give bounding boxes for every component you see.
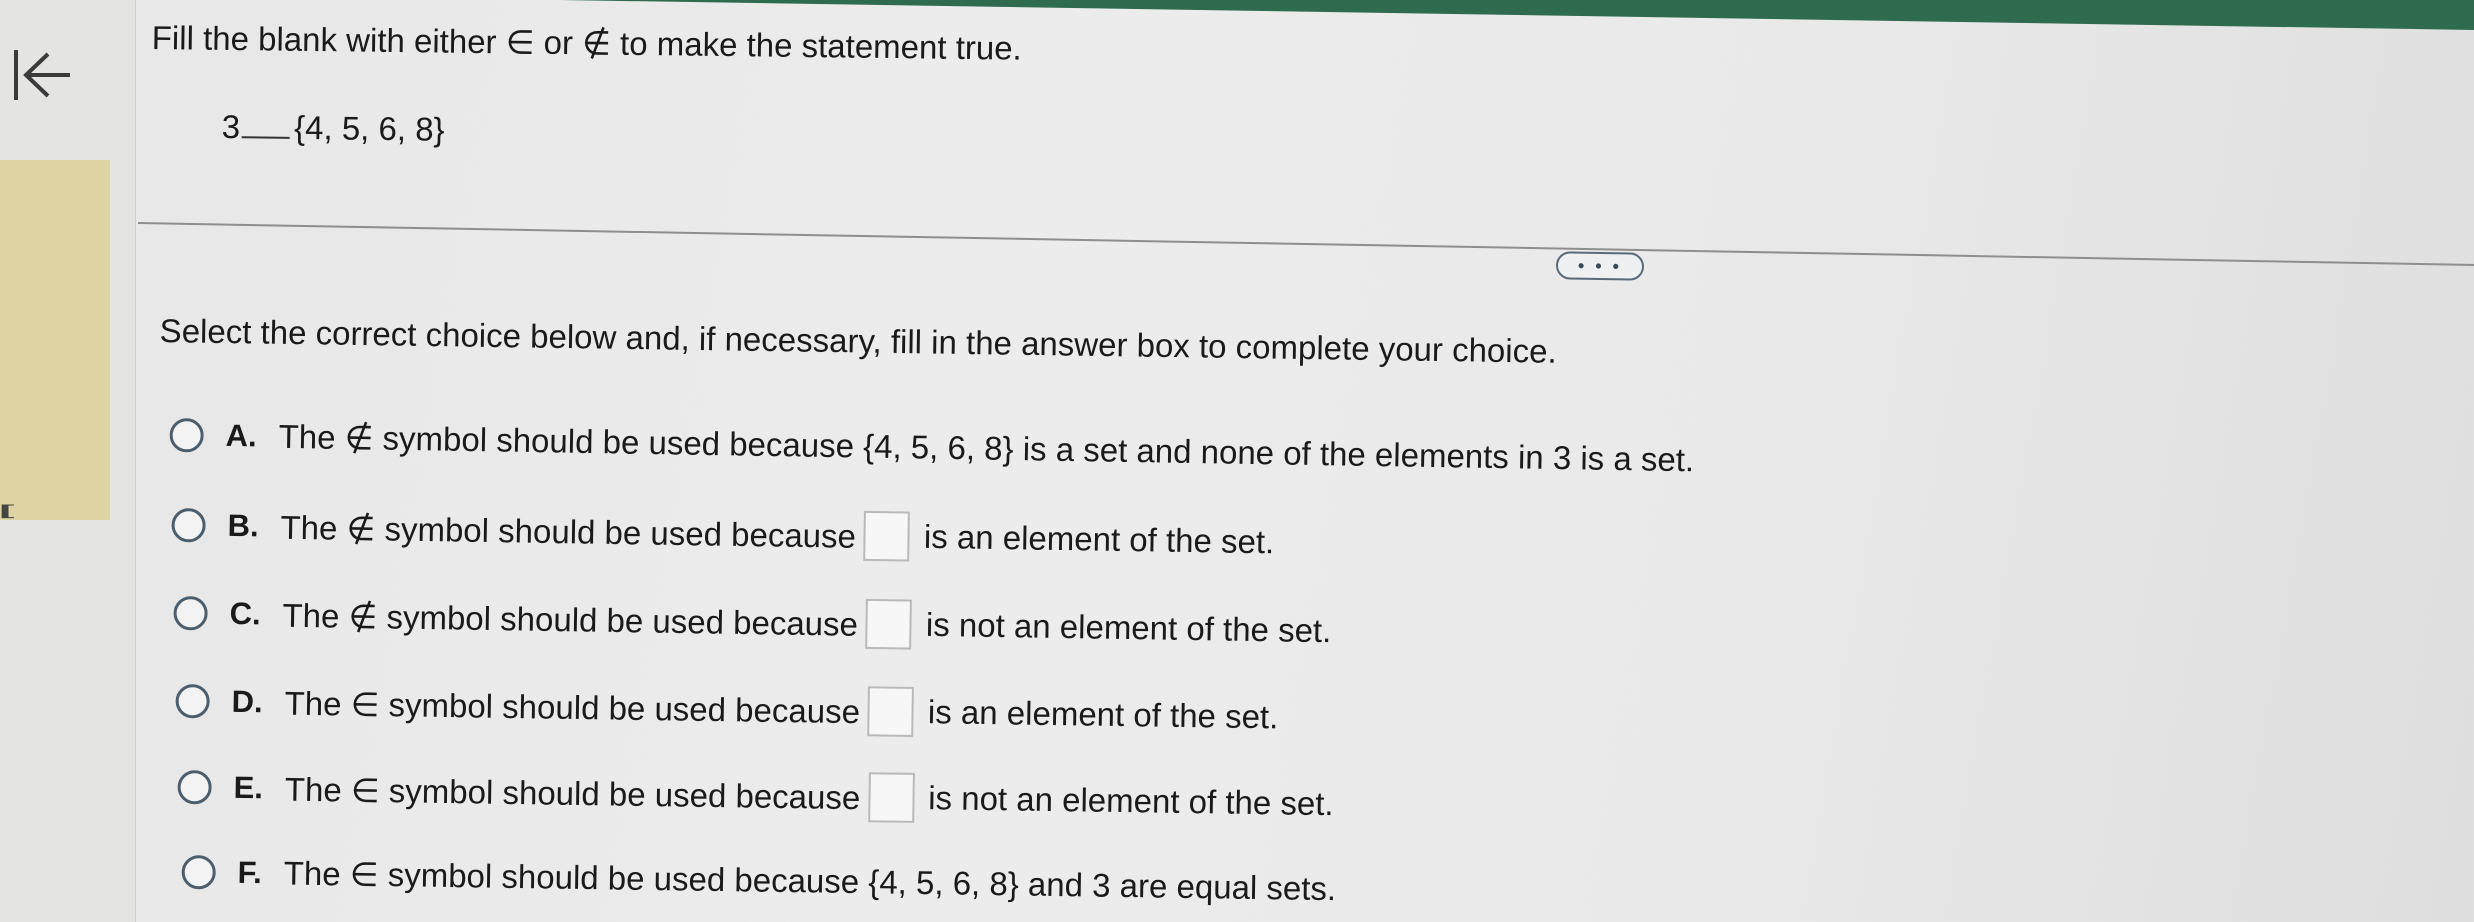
- radio-button-d[interactable]: [175, 683, 210, 719]
- choice-text: The ∈ symbol should be used because {4, …: [283, 854, 1337, 908]
- choice-c[interactable]: C. The ∉ symbol should be used because i…: [173, 588, 1332, 656]
- sidebar-highlight: [0, 160, 110, 520]
- back-to-start-icon[interactable]: [4, 40, 74, 110]
- more-button[interactable]: • • •: [1555, 251, 1645, 281]
- choice-text: The ∉ symbol should be used because {4, …: [278, 417, 1695, 479]
- choice-text-after: is an element of the set.: [927, 693, 1279, 736]
- choice-text-before: The ∉ symbol should be used because: [280, 508, 857, 555]
- answer-box-b[interactable]: [863, 510, 911, 562]
- choice-e[interactable]: E. The ∈ symbol should be used because i…: [177, 762, 1334, 829]
- sidebar-partial-icon[interactable]: ◧: [0, 500, 14, 522]
- radio-button-a[interactable]: [169, 417, 204, 453]
- choice-letter: F.: [237, 854, 263, 890]
- choice-text-after: is not an element of the set.: [925, 605, 1332, 650]
- statement-blank: [241, 136, 291, 139]
- choice-text-before: The ∈ symbol should be used because: [284, 770, 861, 816]
- instructions: Select the correct choice below and, if …: [159, 312, 1557, 370]
- statement-element: 3: [221, 108, 241, 146]
- choice-letter: B.: [227, 507, 259, 544]
- statement-set: {4, 5, 6, 8}: [293, 108, 445, 148]
- choice-letter: E.: [233, 769, 264, 806]
- choice-text-before: The ∉ symbol should be used because: [282, 596, 859, 643]
- choice-letter: D.: [231, 683, 263, 720]
- radio-button-b[interactable]: [171, 507, 206, 543]
- choice-b[interactable]: B. The ∉ symbol should be used because i…: [171, 500, 1275, 567]
- section-divider: [137, 222, 2474, 267]
- choice-letter: A.: [225, 417, 257, 453]
- choice-text-before: The ∈ symbol should be used because: [284, 684, 861, 730]
- choice-letter: C.: [229, 595, 261, 632]
- statement: 3 {4, 5, 6, 8}: [222, 108, 445, 149]
- answer-box-e[interactable]: [867, 772, 915, 823]
- answer-box-d[interactable]: [867, 686, 915, 737]
- choice-text-after: is an element of the set.: [923, 517, 1275, 561]
- question-prompt: Fill the blank with either ∈ or ∉ to mak…: [151, 18, 1022, 67]
- radio-button-e[interactable]: [177, 769, 212, 805]
- choice-a[interactable]: A. The ∉ symbol should be used because {…: [169, 415, 1694, 479]
- radio-button-f[interactable]: [181, 854, 216, 890]
- choice-f[interactable]: F. The ∈ symbol should be used because {…: [181, 852, 1336, 908]
- choice-text-after: is not an element of the set.: [927, 779, 1334, 823]
- radio-button-c[interactable]: [173, 595, 208, 631]
- answer-box-c[interactable]: [865, 598, 913, 650]
- left-sidebar: ◧: [0, 0, 136, 922]
- choice-d[interactable]: D. The ∈ symbol should be used because i…: [175, 676, 1279, 742]
